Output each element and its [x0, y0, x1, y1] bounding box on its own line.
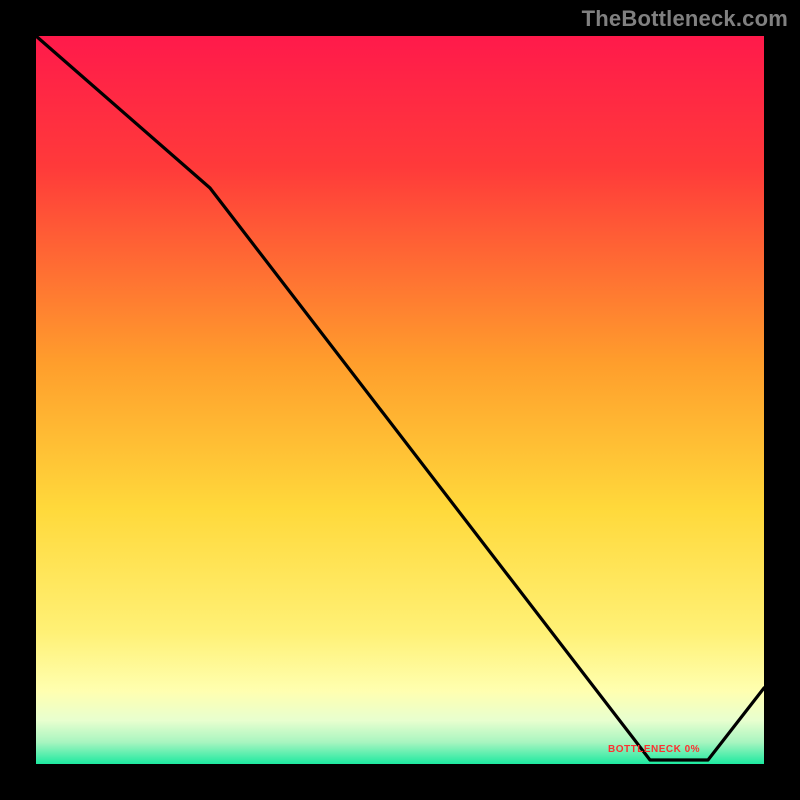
- optimal-annotation: BOTTLENECK 0%: [608, 744, 700, 755]
- chart-svg: [0, 0, 800, 800]
- watermark-text: TheBottleneck.com: [582, 6, 788, 32]
- plot-area: [36, 36, 764, 764]
- chart-stage: TheBottleneck.com BOTTLENECK 0%: [0, 0, 800, 800]
